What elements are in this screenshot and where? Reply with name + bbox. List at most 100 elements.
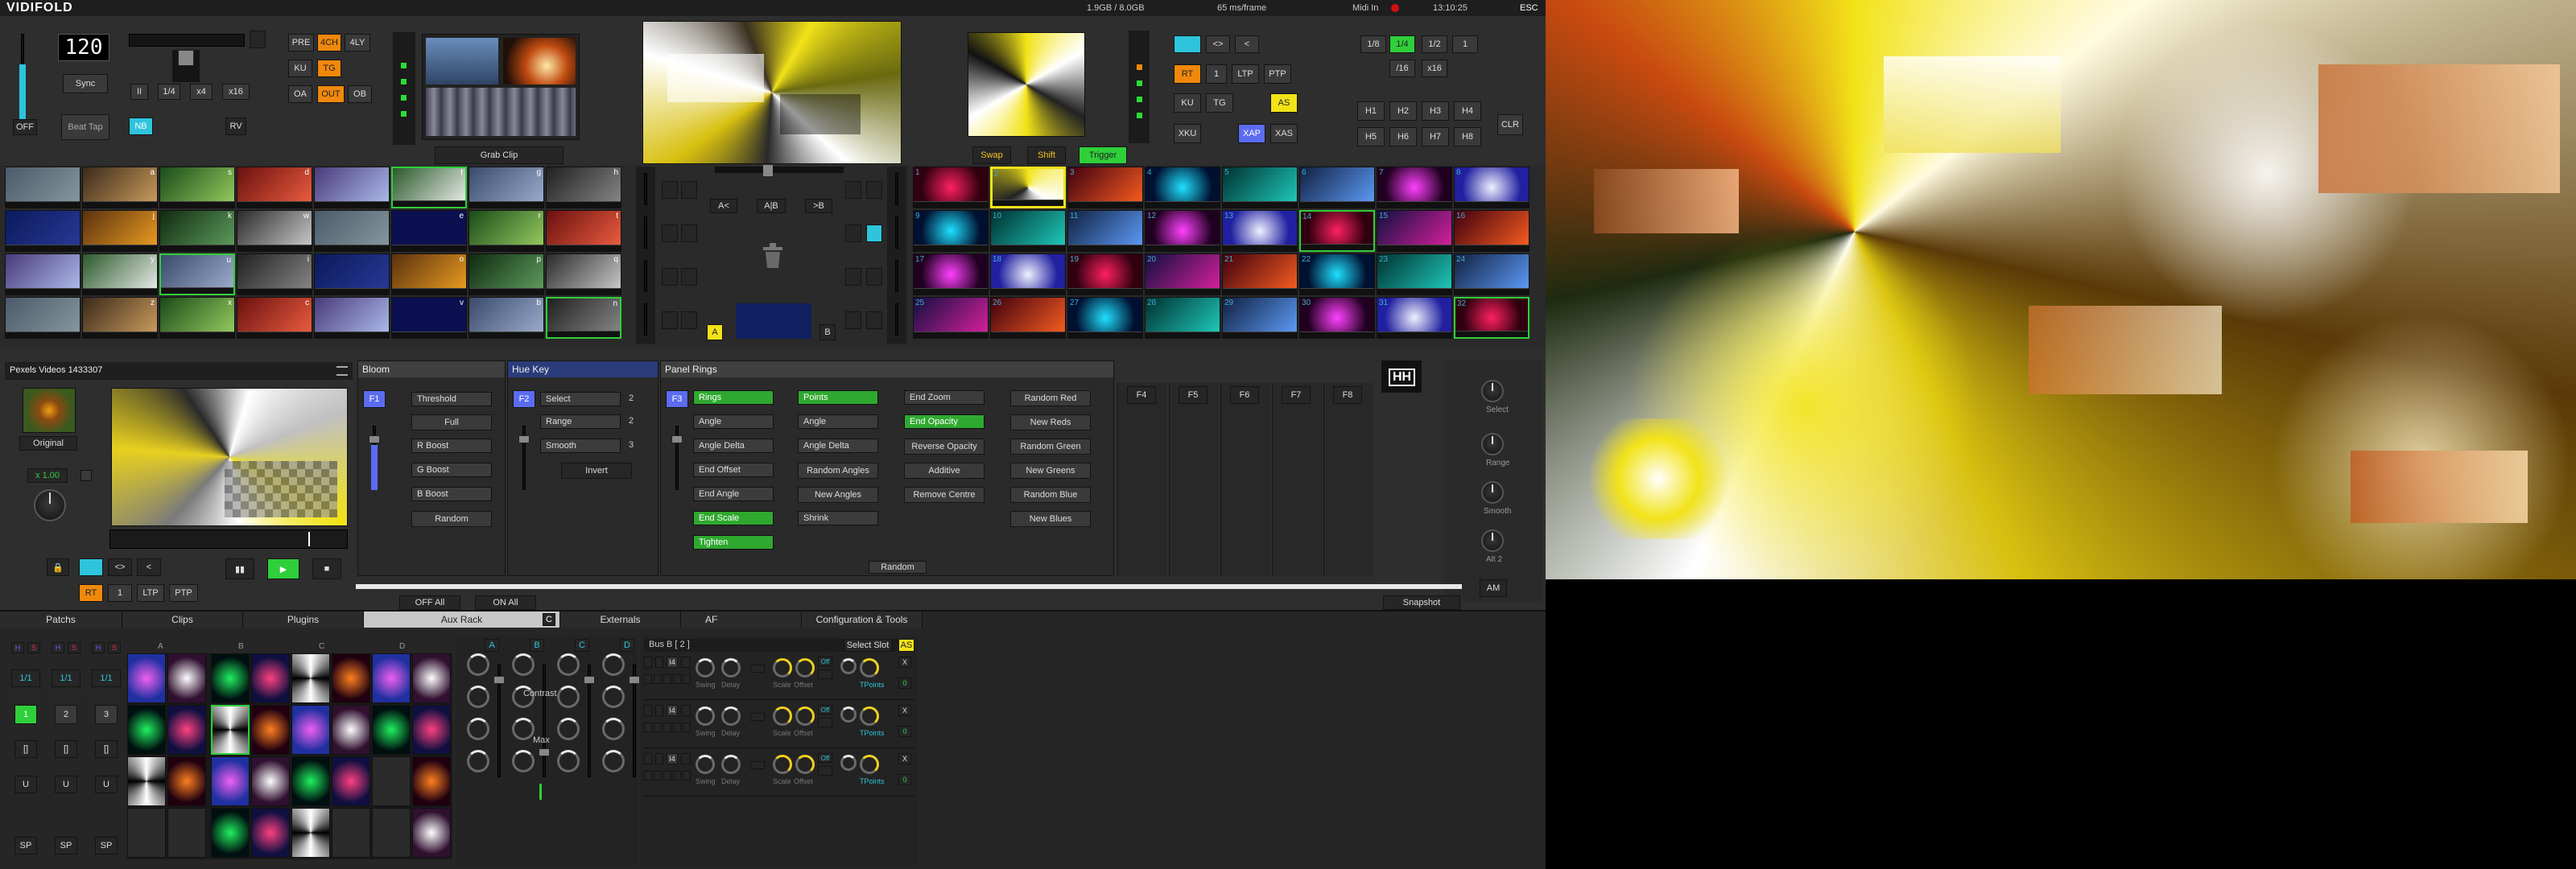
mode-out[interactable]: OUT xyxy=(317,85,345,103)
grab-clip-button[interactable]: Grab Clip xyxy=(435,146,564,164)
bank-a-clip[interactable]: r xyxy=(469,210,544,252)
bank-b-clip[interactable]: 22 xyxy=(1299,253,1375,295)
bloom-mix-handle[interactable] xyxy=(369,435,380,443)
aux-clip[interactable] xyxy=(291,808,330,858)
aux-clip[interactable] xyxy=(291,756,330,806)
mixer-knob[interactable] xyxy=(602,718,625,740)
panel-rings-mix-handle[interactable] xyxy=(671,435,683,443)
bank-a-s3[interactable] xyxy=(681,268,697,286)
bank-b-clip[interactable]: 26 xyxy=(990,297,1066,339)
rate-16[interactable]: /16 xyxy=(1389,60,1415,77)
bank-a-fader-2[interactable] xyxy=(644,216,647,249)
mixer-knob[interactable] xyxy=(512,718,535,740)
snapshot-button[interactable]: Snapshot xyxy=(1383,595,1460,610)
mixer-fader-handle[interactable] xyxy=(629,676,640,684)
bus-row-off[interactable]: Off xyxy=(818,753,832,763)
bus-row-close[interactable]: X xyxy=(898,657,911,668)
bank-a-clip[interactable]: g xyxy=(469,167,544,208)
tab-plugins[interactable]: Plugins xyxy=(243,612,364,628)
play-button[interactable]: ▶ xyxy=(267,558,299,579)
crossfader-track[interactable] xyxy=(715,167,844,173)
mixer-fader[interactable] xyxy=(543,665,546,777)
tab-af[interactable]: AF xyxy=(681,612,802,628)
bank-b-clip[interactable]: 15 xyxy=(1377,210,1452,252)
bus-row-value[interactable]: 0 xyxy=(898,677,911,689)
effect-slot-button[interactable]: F7 xyxy=(1282,386,1311,404)
bank-b-s1[interactable] xyxy=(866,181,882,199)
bank-a-s4[interactable] xyxy=(681,311,697,329)
bloom-random[interactable]: Random xyxy=(411,511,492,527)
aux-clip[interactable] xyxy=(127,653,166,703)
bank-b-clip[interactable]: 9 xyxy=(913,210,989,252)
aux-clip[interactable] xyxy=(127,756,166,806)
bus-row-off[interactable]: Off xyxy=(818,705,832,715)
mix-as[interactable]: AS xyxy=(1270,93,1298,113)
preview-main[interactable] xyxy=(642,21,902,164)
patch-u[interactable]: U xyxy=(14,776,37,793)
bank-b-clip[interactable]: 1 xyxy=(913,167,989,208)
aux-clip[interactable] xyxy=(167,705,206,755)
trigger-button[interactable]: Trigger xyxy=(1079,146,1127,164)
bank-b-clip[interactable]: 23 xyxy=(1377,253,1452,295)
bank-b-h4[interactable] xyxy=(845,311,861,329)
aux-clip[interactable] xyxy=(291,705,330,755)
bus-row-dial[interactable] xyxy=(840,658,857,674)
panel-rings-param[interactable]: End Scale xyxy=(693,511,774,525)
bus-row-step[interactable] xyxy=(673,723,681,732)
bus-row-value[interactable]: 0 xyxy=(898,774,911,785)
aux-clip[interactable] xyxy=(167,653,206,703)
mixer-knob[interactable] xyxy=(512,750,535,772)
mixer-channel-label[interactable]: C xyxy=(575,639,589,652)
mode-pre[interactable]: PRE xyxy=(288,34,314,51)
aux-clip[interactable] xyxy=(372,808,411,858)
effect-slot-button[interactable]: F5 xyxy=(1179,386,1208,404)
speed-knob[interactable] xyxy=(34,489,66,521)
bus-row-toggle[interactable] xyxy=(655,657,663,668)
tempo-toggle[interactable] xyxy=(250,31,266,48)
scale-dial[interactable] xyxy=(773,706,792,726)
panel-rings-param[interactable]: Rings xyxy=(693,390,774,405)
bus-row-num[interactable]: I4 xyxy=(667,705,678,716)
bus-row-wave[interactable] xyxy=(750,713,765,721)
hot-h3[interactable]: H3 xyxy=(1422,101,1449,121)
panel-rings-f3[interactable]: F3 xyxy=(666,390,688,408)
crossfader-b-label[interactable]: B xyxy=(819,324,836,340)
bus-row-value[interactable]: 0 xyxy=(898,726,911,737)
aux-clip[interactable] xyxy=(127,808,166,858)
bank-b-clip[interactable]: 20 xyxy=(1145,253,1220,295)
mixer-knob[interactable] xyxy=(557,750,580,772)
patch-h[interactable]: H xyxy=(11,642,24,653)
aux-clip[interactable] xyxy=(412,653,451,703)
bank-b-clip[interactable]: 5 xyxy=(1222,167,1298,208)
source-preview[interactable] xyxy=(111,388,348,526)
patch-sp[interactable]: SP xyxy=(55,837,77,855)
bank-b-clip[interactable]: 30 xyxy=(1299,297,1375,339)
bank-b-clip[interactable]: 11 xyxy=(1067,210,1143,252)
mode-4ch[interactable]: 4CH xyxy=(317,34,341,51)
shift-button[interactable]: Shift xyxy=(1027,146,1066,164)
patch-sp[interactable]: SP xyxy=(14,837,37,855)
bank-a-s2[interactable] xyxy=(681,224,697,242)
bus-row-step[interactable] xyxy=(673,674,681,684)
panel-rings-param[interactable]: Additive xyxy=(904,463,985,479)
mixer-knob[interactable] xyxy=(467,686,489,708)
aux-clip[interactable] xyxy=(251,705,290,755)
delay-dial[interactable] xyxy=(721,755,741,774)
bank-a-fader-3[interactable] xyxy=(644,260,647,292)
patch-s[interactable]: S xyxy=(68,642,80,653)
bank-b-clip[interactable]: 18 xyxy=(990,253,1066,295)
offset-dial[interactable] xyxy=(795,755,815,774)
rate-pause[interactable]: II xyxy=(130,84,148,100)
panel-rings-param[interactable]: Angle xyxy=(798,414,878,429)
panel-rings-param[interactable]: Points xyxy=(798,390,878,405)
mix-ku[interactable]: KU xyxy=(1174,93,1201,113)
bank-a-clip[interactable]: h xyxy=(546,167,621,208)
panel-rings-param[interactable]: Reverse Opacity xyxy=(904,439,985,455)
bank-b-clip[interactable]: 24 xyxy=(1454,253,1530,295)
bus-row-wave[interactable] xyxy=(750,665,765,673)
patch-number[interactable]: 3 xyxy=(95,705,118,724)
bus-row-toggle[interactable] xyxy=(655,705,663,716)
bank-a-clip[interactable]: t xyxy=(546,210,621,252)
bus-row-wave[interactable] xyxy=(750,761,765,769)
aux-clip[interactable] xyxy=(332,808,370,858)
